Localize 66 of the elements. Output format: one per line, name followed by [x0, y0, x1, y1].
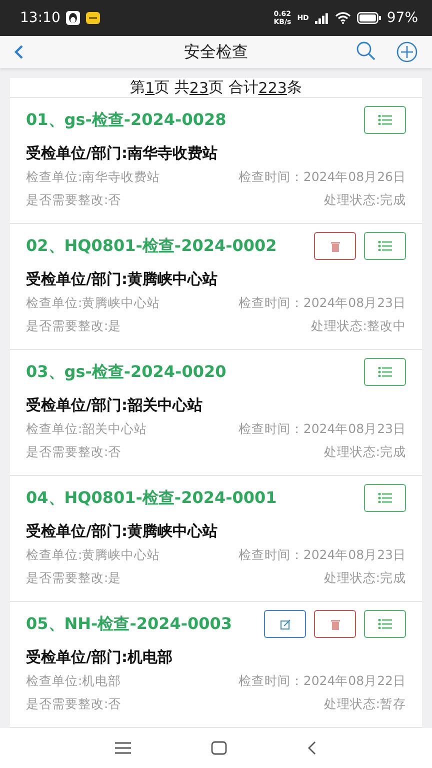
inspection-date: 检查时间：2024年08月22日 — [238, 673, 406, 690]
back-button[interactable] — [14, 44, 24, 60]
process-status: 处理状态:暂存 — [324, 696, 406, 713]
rectify-needed: 是否需要整改:是 — [26, 318, 122, 335]
inspected-unit: 受检单位/部门:韶关中心站 — [26, 396, 204, 415]
inspection-date: 检查时间：2024年08月23日 — [238, 421, 406, 438]
detail-button[interactable] — [364, 484, 406, 512]
delete-button[interactable] — [314, 610, 356, 638]
process-status: 处理状态:整改中 — [310, 318, 406, 335]
page-summary: 第1页 共23页 合计223条 — [10, 78, 422, 98]
inspected-unit: 受检单位/部门:机电部 — [26, 648, 174, 667]
list-icon — [378, 493, 392, 503]
record-card[interactable]: 02、HQ0801-检查-2024-0002 受检单位/部门:黄腾峡中心站 检查单位:黄腾峡中心站 检查时间：2024年08月23日 是否需要整改:是 处理状态:整改中 — [10, 224, 422, 350]
record-card[interactable]: 03、gs-检查-2024-0020 受检单位/部门:韶关中心站 检查单位:韶关中心站 检查时间：2024年08月23日 是否需要整改:否 处理状态:完成 — [10, 350, 422, 476]
search-button[interactable] — [356, 41, 376, 63]
app-notification-icon — [86, 12, 100, 24]
inspector-unit: 检查单位:南华寺收费站 — [26, 169, 160, 186]
detail-button[interactable] — [364, 232, 406, 260]
edit-icon — [280, 618, 290, 630]
record-title: 02、HQ0801-检查-2024-0002 — [26, 236, 278, 256]
penguin-icon — [66, 11, 80, 25]
trash-icon — [330, 240, 340, 252]
wifi-icon — [334, 12, 351, 24]
detail-button[interactable] — [364, 106, 406, 134]
record-card[interactable]: 05、NH-检查-2024-0003 受检单位/部门:机电部 检查单位:机电部 检查时间：2024年08月22日 是否需要整改:否 处理状态:暂存 — [10, 602, 422, 728]
record-card[interactable]: 01、gs-检查-2024-0028 受检单位/部门:南华寺收费站 检查单位:南华寺收费站 检查时间：2024年08月26日 是否需要整改:否 处理状态:完成 — [10, 98, 422, 224]
list-icon — [378, 367, 392, 377]
process-status: 处理状态:完成 — [324, 444, 406, 461]
home-button[interactable] — [211, 741, 227, 755]
inspected-unit: 受检单位/部门:黄腾峡中心站 — [26, 522, 218, 541]
inspector-unit: 检查单位:机电部 — [26, 673, 122, 690]
record-title: 04、HQ0801-检查-2024-0001 — [26, 488, 278, 508]
record-card[interactable]: 04、HQ0801-检查-2024-0001 受检单位/部门:黄腾峡中心站 检查单位:黄腾峡中心站 检查时间：2024年08月23日 是否需要整改:是 处理状态:完成 — [10, 476, 422, 602]
inspection-date: 检查时间：2024年08月23日 — [238, 295, 406, 312]
list-icon — [378, 115, 392, 125]
rectify-needed: 是否需要整改:否 — [26, 444, 122, 461]
inspection-date: 检查时间：2024年08月26日 — [238, 169, 406, 186]
record-title: 01、gs-检查-2024-0028 — [26, 110, 228, 130]
detail-button[interactable] — [364, 610, 406, 638]
process-status: 处理状态:完成 — [324, 192, 406, 209]
inspector-unit: 检查单位:韶关中心站 — [26, 421, 148, 438]
inspector-unit: 检查单位:黄腾峡中心站 — [26, 295, 160, 312]
record-title: 03、gs-检查-2024-0020 — [26, 362, 228, 382]
list-icon — [378, 619, 392, 629]
record-title: 05、NH-检查-2024-0003 — [26, 614, 234, 634]
inspection-date: 检查时间：2024年08月23日 — [238, 547, 406, 564]
add-button[interactable] — [396, 41, 418, 63]
back-nav-button[interactable] — [307, 741, 317, 755]
inspected-unit: 受检单位/部门:南华寺收费站 — [26, 144, 218, 163]
battery-icon — [356, 12, 381, 24]
menu-button[interactable] — [115, 742, 131, 754]
edit-button[interactable] — [264, 610, 306, 638]
clock-time: 13:10 — [20, 10, 60, 26]
page-title: 安全检查 — [183, 42, 249, 62]
rectify-needed: 是否需要整改:否 — [26, 192, 122, 209]
detail-button[interactable] — [364, 358, 406, 386]
inspected-unit: 受检单位/部门:黄腾峡中心站 — [26, 270, 218, 289]
inspector-unit: 检查单位:黄腾峡中心站 — [26, 547, 160, 564]
list-icon — [378, 241, 392, 251]
trash-icon — [330, 618, 340, 630]
rectify-needed: 是否需要整改:是 — [26, 570, 122, 587]
rectify-needed: 是否需要整改:否 — [26, 696, 122, 713]
process-status: 处理状态:完成 — [324, 570, 406, 587]
delete-button[interactable] — [314, 232, 356, 260]
battery-percent: 97% — [386, 10, 418, 26]
signal-icon — [314, 12, 329, 24]
